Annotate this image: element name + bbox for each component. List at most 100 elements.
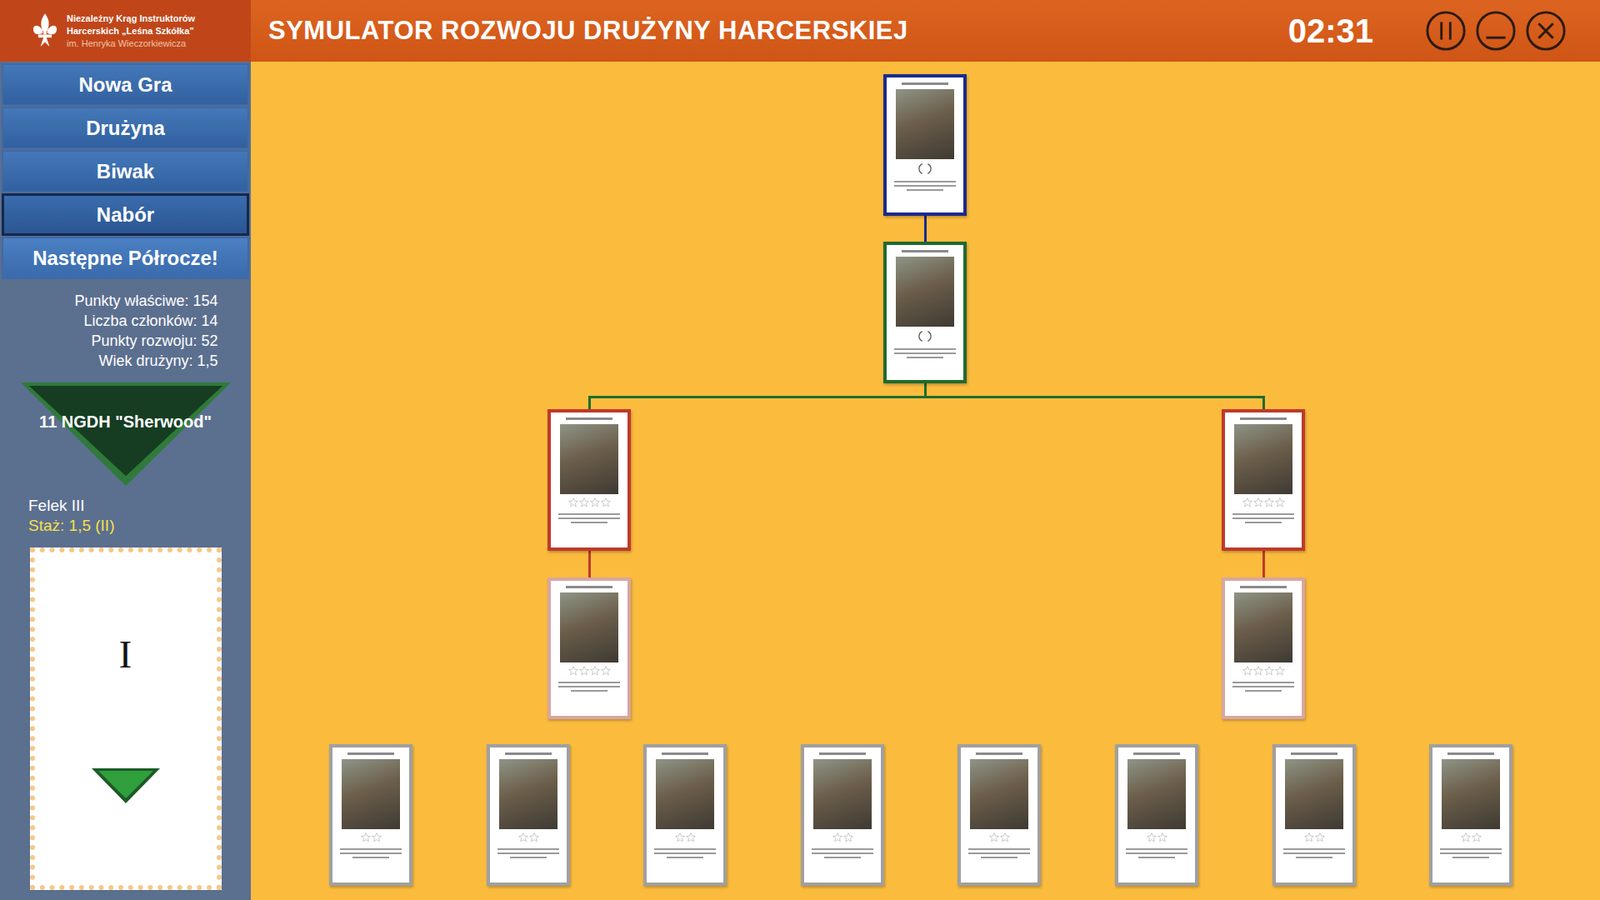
star-rating [568, 665, 611, 676]
fleur-de-lis-icon [30, 11, 60, 50]
tree-link [1262, 550, 1265, 565]
member-node-card[interactable] [957, 744, 1041, 886]
star-icon [1000, 832, 1010, 843]
card-header-mark [565, 417, 613, 420]
star-icon [1157, 832, 1168, 843]
card-description [1231, 681, 1295, 692]
star-rating [518, 832, 540, 843]
card-header-mark [1447, 752, 1495, 755]
logo-text-line: im. Henryka Wieczorkiewicza [66, 37, 195, 50]
star-icon [1242, 497, 1253, 508]
card-description [893, 180, 957, 191]
card-description [1231, 513, 1295, 524]
stat-line: Punkty właściwe: 154 [74, 290, 218, 311]
tree-link [588, 564, 591, 578]
tree-link [1262, 396, 1265, 410]
star-icon [843, 832, 854, 843]
tree-link [588, 396, 591, 410]
card-header-mark [901, 82, 949, 85]
card-description [893, 348, 957, 359]
logo-text-line: Niezależny Krąg Instruktorów [66, 12, 195, 25]
member-node-card[interactable] [1115, 744, 1199, 886]
header-bar: Niezależny Krąg InstruktorówHarcerskich … [0, 0, 1600, 62]
member-photo [1285, 759, 1344, 830]
star-rating [1242, 497, 1285, 508]
timer: 02:31 [1288, 12, 1374, 50]
member-photo [813, 759, 872, 830]
member-node-card[interactable] [329, 744, 413, 886]
member-photo [560, 424, 619, 495]
star-icon [1304, 832, 1315, 843]
star-icon [568, 665, 579, 676]
card-header-mark [1240, 417, 1287, 420]
star-icon [590, 665, 600, 676]
member-node-card[interactable] [883, 74, 967, 216]
menu-item[interactable]: Nabór [1, 193, 250, 236]
laurel-icon [916, 330, 934, 343]
team-name: 11 NGDH "Sherwood" [18, 412, 234, 432]
tree-link [924, 395, 1265, 399]
menu-item[interactable]: Nowa Gra [1, 63, 250, 106]
member-node-card[interactable] [547, 577, 631, 720]
card-header-mark [819, 752, 866, 755]
member-photo [655, 759, 715, 830]
star-rating [1460, 832, 1482, 843]
star-icon [685, 832, 696, 843]
member-node-card[interactable] [1429, 744, 1513, 886]
card-header-mark [1290, 752, 1338, 755]
star-icon [371, 832, 382, 843]
card-description [810, 848, 875, 859]
team-tree [250, 61, 1600, 900]
card-rank: I [119, 632, 132, 677]
star-icon [1460, 832, 1471, 843]
stat-line: Liczba członków: 14 [83, 310, 218, 331]
minimize-button[interactable] [1475, 10, 1517, 52]
card-header-mark [661, 752, 709, 755]
menu-item[interactable]: Biwak [1, 150, 250, 193]
star-rating [568, 497, 611, 508]
card-header-mark [565, 585, 613, 589]
close-button[interactable] [1525, 10, 1567, 52]
star-icon [832, 832, 843, 843]
star-icon [579, 497, 590, 508]
member-node-card[interactable] [1221, 409, 1305, 551]
star-icon [1146, 832, 1157, 843]
tree-link [924, 215, 927, 230]
star-icon [989, 832, 1000, 843]
team-triangle-icon [18, 380, 234, 488]
close-icon [1525, 10, 1567, 52]
member-photo [970, 759, 1029, 830]
member-node-card[interactable] [1221, 577, 1305, 720]
star-icon [675, 832, 685, 843]
star-icon [1471, 832, 1482, 843]
member-node-card[interactable] [883, 241, 967, 384]
game-window: Niezależny Krąg InstruktorówHarcerskich … [0, 0, 1600, 900]
star-rating [1304, 832, 1325, 843]
member-node-card[interactable] [486, 744, 570, 886]
stat-line: Wiek drużyny: 1,5 [98, 350, 218, 371]
main-menu: Nowa GraDrużynaBiwakNabórNastępne Półroc… [1, 63, 250, 280]
expand-arrow-icon[interactable] [90, 766, 162, 805]
menu-item[interactable]: Drużyna [1, 106, 250, 150]
star-rating [989, 832, 1010, 843]
team-badge: 11 NGDH "Sherwood" [18, 380, 234, 488]
member-node-card[interactable] [643, 744, 727, 886]
member-node-card[interactable] [547, 409, 631, 551]
star-icon [579, 665, 590, 676]
menu-item[interactable]: Następne Półrocze! [1, 236, 250, 280]
member-node-card[interactable] [1272, 744, 1356, 886]
member-photo [1234, 424, 1293, 495]
pause-button[interactable] [1425, 10, 1467, 52]
star-icon [1264, 665, 1275, 676]
star-rating [832, 832, 854, 843]
sidebar: Nowa GraDrużynaBiwakNabórNastępne Półroc… [0, 61, 251, 900]
star-icon [1242, 665, 1253, 676]
card-description [339, 848, 403, 859]
star-rating [360, 832, 382, 843]
member-node-card[interactable] [800, 744, 885, 886]
member-photo [1441, 759, 1500, 830]
star-rating [1242, 665, 1285, 676]
pause-icon [1425, 10, 1467, 52]
tree-link [588, 550, 591, 565]
star-icon [529, 832, 540, 843]
